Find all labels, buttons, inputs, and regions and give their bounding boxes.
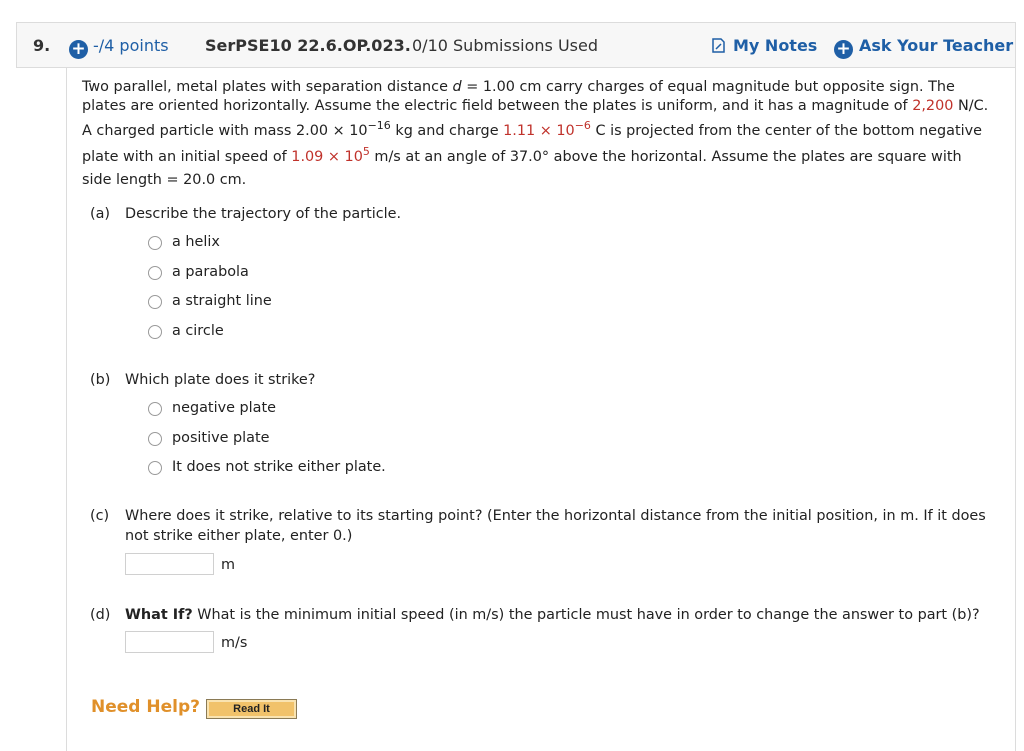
problem-line-5: side length = 20.0 cm. (82, 172, 247, 188)
option-label: a parabola (172, 264, 249, 280)
radio-helix[interactable] (148, 236, 162, 250)
read-it-button[interactable]: Read It (206, 699, 297, 719)
var-d: d (452, 79, 462, 95)
part-d-unit: m/s (221, 635, 248, 651)
part-a-label: (a) (90, 206, 111, 222)
part-c-label: (c) (90, 508, 110, 524)
plus-icon: + (69, 40, 88, 59)
radio-straight-line[interactable] (148, 295, 162, 309)
question-header: 9. + -/4 points SerPSE10 22.6.OP.023. 0/1… (16, 22, 1016, 68)
initial-speed-value: 1.09 × 105 (291, 145, 370, 165)
part-c-unit: m (221, 557, 236, 573)
points-label: -/4 points (93, 36, 169, 55)
part-b-label: (b) (90, 372, 111, 388)
problem-line-4: plate with an initial speed of 1.09 × 10… (82, 145, 962, 165)
option-label: a circle (172, 323, 224, 339)
part-d-label: (d) (90, 607, 111, 623)
radio-positive-plate[interactable] (148, 432, 162, 446)
problem-line-3: A charged particle with mass 2.00 × 10−1… (82, 119, 983, 139)
my-notes-label: My Notes (733, 36, 818, 55)
ask-your-teacher-label: Ask Your Teacher (859, 36, 1014, 55)
charge-value: 1.11 × 10−6 (503, 119, 591, 139)
my-notes-link[interactable]: My Notes (712, 36, 817, 56)
part-d-answer-input[interactable] (125, 631, 214, 653)
radio-no-strike[interactable] (148, 461, 162, 475)
option-label: It does not strike either plate. (172, 459, 386, 475)
question-number: 9. (33, 36, 51, 55)
option-label: a helix (172, 234, 220, 250)
option-label: positive plate (172, 430, 270, 446)
part-d-question: What If? What is the minimum initial spe… (125, 607, 980, 623)
part-b-question: Which plate does it strike? (125, 372, 316, 388)
option-label: a straight line (172, 293, 272, 309)
ask-your-teacher-link[interactable]: + Ask Your Teacher (834, 36, 1013, 59)
need-help-label: Need Help? (91, 697, 200, 717)
submissions-used: 0/10 Submissions Used (412, 36, 599, 55)
option-label: negative plate (172, 400, 276, 416)
field-magnitude: 2,200 (912, 98, 954, 114)
part-c-question-line-2: not strike either plate, enter 0.) (125, 528, 353, 544)
points-toggle[interactable]: + -/4 points (69, 36, 169, 59)
problem-line-2: plates are oriented horizontally. Assume… (82, 98, 989, 114)
problem-line-1: Two parallel, metal plates with separati… (82, 79, 955, 95)
notes-icon (712, 38, 725, 53)
radio-circle[interactable] (148, 325, 162, 339)
part-c-question-line-1: Where does it strike, relative to its st… (125, 508, 986, 524)
plus-icon: + (834, 40, 853, 59)
part-c-answer-input[interactable] (125, 553, 214, 575)
what-if-label: What If? (125, 607, 193, 623)
radio-negative-plate[interactable] (148, 402, 162, 416)
question-code: SerPSE10 22.6.OP.023. (205, 36, 411, 55)
radio-parabola[interactable] (148, 266, 162, 280)
part-a-question: Describe the trajectory of the particle. (125, 206, 402, 222)
